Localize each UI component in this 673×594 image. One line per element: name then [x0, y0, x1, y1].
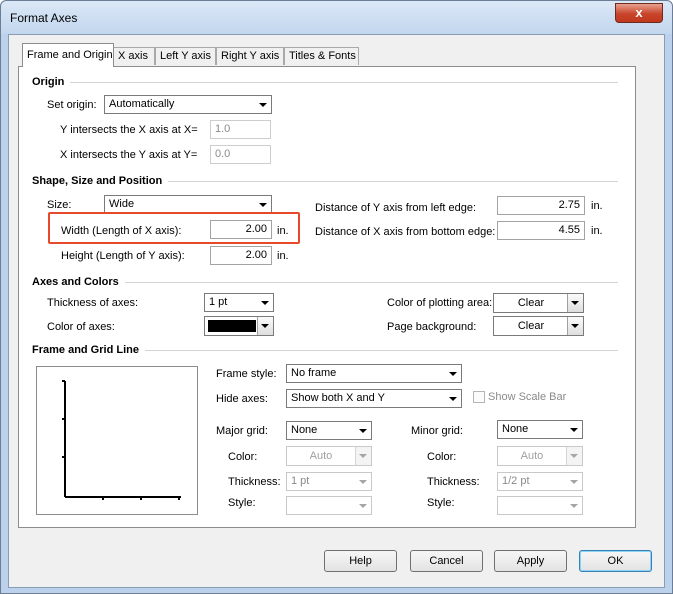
hide-axes-label: Hide axes:: [216, 393, 268, 405]
dist-x-label: Distance of X axis from bottom edge:: [315, 226, 496, 238]
height-unit: in.: [277, 250, 289, 262]
show-scale-bar-label: Show Scale Bar: [488, 391, 567, 403]
major-color-picker[interactable]: Auto: [286, 446, 372, 466]
chevron-down-icon: [259, 203, 267, 207]
show-scale-bar-checkbox[interactable]: [473, 391, 485, 403]
major-style-dropdown[interactable]: [286, 496, 372, 515]
axes-colors-heading: Axes and Colors: [32, 276, 125, 288]
axes-preview: [36, 366, 198, 515]
chevron-down-icon: [259, 103, 267, 107]
color-swatch: [208, 320, 256, 332]
major-grid-label: Major grid:: [216, 425, 268, 437]
major-color-label: Color:: [228, 451, 258, 463]
frame-style-label: Frame style:: [216, 368, 277, 380]
minor-grid-value: None: [502, 423, 529, 435]
major-grid-dropdown[interactable]: None: [286, 421, 372, 440]
set-origin-value: Automatically: [109, 98, 175, 110]
y-intersect-label: Y intersects the X axis at X=: [60, 124, 198, 136]
dist-y-unit: in.: [591, 200, 603, 212]
close-button[interactable]: x: [615, 3, 663, 23]
chevron-down-icon[interactable]: [566, 447, 582, 465]
chevron-down-icon: [570, 428, 578, 432]
set-origin-dropdown[interactable]: Automatically: [104, 95, 272, 114]
thickness-value: 1 pt: [209, 296, 228, 308]
size-value: Wide: [109, 198, 135, 210]
dist-x-unit: in.: [591, 225, 603, 237]
frame-grid-heading: Frame and Grid Line: [32, 344, 145, 356]
major-thickness-value: 1 pt: [291, 475, 310, 487]
minor-style-label: Style:: [427, 497, 455, 509]
page-background-label: Page background:: [387, 321, 477, 333]
minor-color-picker[interactable]: Auto: [497, 446, 583, 466]
minor-thickness-value: 1/2 pt: [502, 475, 530, 487]
minor-style-dropdown[interactable]: [497, 496, 583, 515]
major-style-label: Style:: [228, 497, 256, 509]
chevron-down-icon: [570, 480, 578, 484]
tab-right-y-axis[interactable]: Right Y axis: [216, 47, 284, 65]
dist-x-field[interactable]: 4.55: [497, 221, 585, 240]
set-origin-label: Set origin:: [47, 99, 97, 111]
minor-thickness-label: Thickness:: [427, 476, 480, 488]
major-thickness-dropdown[interactable]: 1 pt: [286, 472, 372, 491]
close-icon: x: [635, 5, 643, 20]
frame-style-value: No frame: [291, 367, 337, 379]
minor-grid-dropdown[interactable]: None: [497, 420, 583, 439]
ok-button[interactable]: OK: [579, 550, 652, 572]
chevron-down-icon[interactable]: [567, 317, 583, 335]
tab-x-axis[interactable]: X axis: [113, 47, 155, 65]
apply-button[interactable]: Apply: [494, 550, 567, 572]
dist-y-field[interactable]: 2.75: [497, 196, 585, 215]
frame-style-dropdown[interactable]: No frame: [286, 364, 462, 383]
chevron-down-icon: [449, 397, 457, 401]
chevron-down-icon: [359, 429, 367, 433]
major-color-value: Auto: [309, 450, 333, 462]
chevron-down-icon: [449, 372, 457, 376]
minor-thickness-dropdown[interactable]: 1/2 pt: [497, 472, 583, 491]
title-bar[interactable]: Format Axes x: [1, 1, 672, 34]
color-of-axes-picker[interactable]: [204, 316, 274, 336]
window-title: Format Axes: [10, 11, 78, 25]
tab-left-y-axis[interactable]: Left Y axis: [155, 47, 216, 65]
chevron-down-icon: [570, 504, 578, 508]
origin-divider: [32, 82, 618, 83]
dist-y-label: Distance of Y axis from left edge:: [315, 202, 477, 214]
width-highlight-box: [48, 212, 300, 244]
y-intersect-field[interactable]: 1.0: [210, 120, 271, 139]
thickness-of-axes-dropdown[interactable]: 1 pt: [204, 293, 274, 312]
height-label: Height (Length of Y axis):: [61, 250, 185, 262]
help-button[interactable]: Help: [324, 550, 397, 572]
x-intersect-field[interactable]: 0.0: [210, 145, 271, 164]
chevron-down-icon[interactable]: [257, 317, 273, 335]
major-grid-value: None: [291, 424, 318, 436]
chevron-down-icon[interactable]: [355, 447, 371, 465]
axes-preview-graphic: [62, 380, 181, 500]
thickness-of-axes-label: Thickness of axes:: [47, 297, 139, 309]
tab-frame-and-origin[interactable]: Frame and Origin: [22, 43, 114, 67]
origin-heading: Origin: [32, 76, 71, 88]
page-background-value: Clear: [517, 320, 545, 332]
plot-area-color-value: Clear: [517, 297, 545, 309]
minor-grid-label: Minor grid:: [411, 425, 463, 437]
chevron-down-icon: [359, 504, 367, 508]
major-thickness-label: Thickness:: [228, 476, 281, 488]
chevron-down-icon: [359, 480, 367, 484]
height-field[interactable]: 2.00: [210, 246, 272, 265]
hide-axes-dropdown[interactable]: Show both X and Y: [286, 389, 462, 408]
shape-heading: Shape, Size and Position: [32, 175, 169, 187]
plot-area-color-label: Color of plotting area:: [387, 297, 493, 309]
hide-axes-value: Show both X and Y: [291, 392, 385, 404]
plot-area-color-picker[interactable]: Clear: [493, 293, 584, 313]
x-intersect-label: X intersects the Y axis at Y=: [60, 149, 198, 161]
minor-color-label: Color:: [427, 451, 457, 463]
color-of-axes-label: Color of axes:: [47, 321, 115, 333]
size-label: Size:: [47, 199, 72, 211]
tab-titles-fonts[interactable]: Titles & Fonts: [284, 47, 359, 65]
chevron-down-icon: [261, 301, 269, 305]
page-background-picker[interactable]: Clear: [493, 316, 584, 336]
cancel-button[interactable]: Cancel: [410, 550, 483, 572]
chevron-down-icon[interactable]: [567, 294, 583, 312]
minor-color-value: Auto: [520, 450, 544, 462]
